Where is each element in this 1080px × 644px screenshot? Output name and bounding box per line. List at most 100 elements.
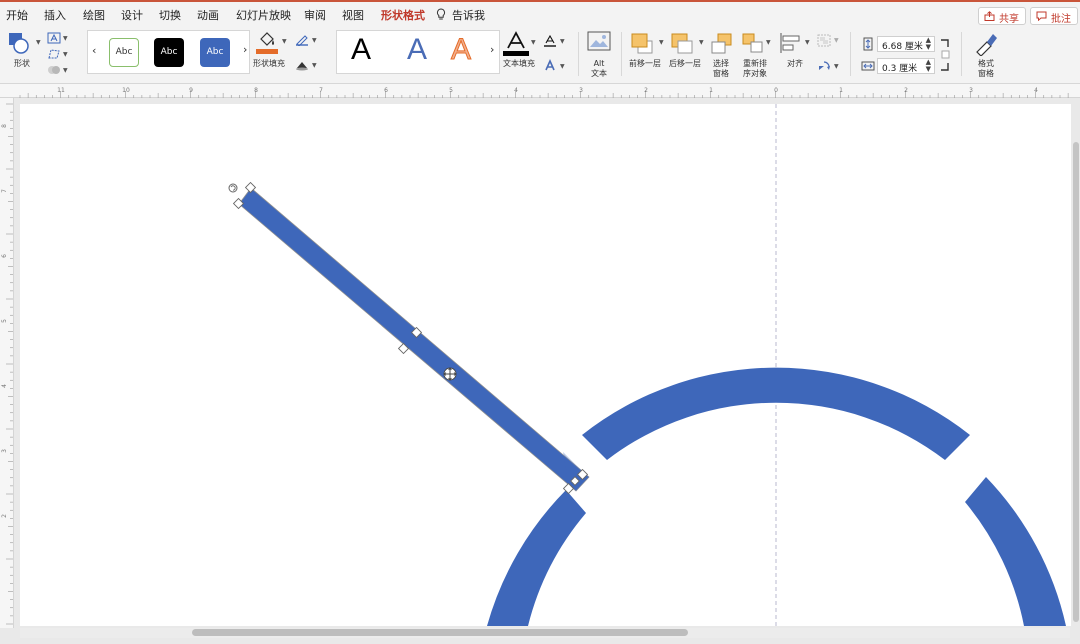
ruler-label: 4 — [1, 384, 8, 388]
wordart-black[interactable]: A — [351, 33, 371, 67]
text-fill-label: 文本填充 — [503, 59, 535, 68]
ruler-label: 6 — [384, 87, 388, 94]
ruler-label: 6 — [1, 254, 8, 258]
shape-width-icon — [861, 61, 875, 71]
share-button[interactable]: 共享 — [978, 7, 1026, 25]
reorder-objects-icon[interactable] — [741, 32, 765, 56]
ruler-label: 2 — [1, 514, 8, 518]
ruler-label: 2 — [904, 87, 908, 94]
reorder-label[interactable]: 重新排 序对象 — [740, 59, 770, 79]
textbox-icon[interactable] — [47, 32, 61, 44]
style-outline-green[interactable]: Abc — [109, 38, 139, 67]
send-backward-label: 后移一层 — [669, 59, 701, 68]
gallery-next-icon[interactable]: › — [243, 43, 247, 56]
shapes-caret-icon[interactable]: ▼ — [36, 39, 41, 46]
gallery-prev-icon[interactable]: ‹ — [92, 44, 96, 57]
slide-content — [228, 104, 1066, 626]
shape-effects-icon[interactable] — [295, 59, 309, 71]
comments-button[interactable]: 批注 — [1030, 7, 1078, 25]
ruler-label: 3 — [969, 87, 973, 94]
menu-item[interactable]: 幻灯片放映 — [236, 7, 291, 23]
vertical-scrollbar-thumb[interactable] — [1073, 142, 1079, 622]
selection-pane-label[interactable]: 选择 窗格 — [710, 59, 732, 79]
style-solid-black[interactable]: Abc — [154, 38, 184, 67]
menu-item[interactable]: 设计 — [121, 7, 143, 23]
send-backward-icon[interactable] — [670, 32, 696, 56]
edit-shape-icon[interactable] — [47, 48, 61, 60]
menu-item[interactable]: 绘图 — [83, 7, 105, 23]
rotate-caret-icon[interactable]: ▼ — [834, 63, 839, 70]
alt-text-icon[interactable] — [587, 31, 611, 53]
horizontal-scrollbar-thumb[interactable] — [192, 629, 688, 636]
lightbulb-icon[interactable] — [436, 8, 446, 21]
slide-canvas[interactable] — [20, 104, 1071, 626]
rotate-icon[interactable] — [817, 59, 831, 72]
text-fill-caret-icon[interactable]: ▼ — [531, 39, 536, 46]
text-effects-caret-icon[interactable]: ▼ — [560, 63, 565, 70]
send-backward-caret-icon[interactable]: ▼ — [699, 39, 704, 46]
tell-me-search[interactable]: 告诉我 — [452, 7, 485, 23]
paint-bucket-icon[interactable] — [256, 29, 278, 55]
bring-forward-icon[interactable] — [630, 32, 656, 56]
align-caret-icon[interactable]: ▼ — [805, 39, 810, 46]
menu-item[interactable]: 插入 — [44, 7, 66, 23]
horizontal-ruler[interactable]: 11 10 9 8 7 6 5 4 3 2 1 0 1 2 3 4 — [0, 84, 1080, 98]
vertical-ruler[interactable]: 8 7 6 5 4 3 2 — [0, 98, 14, 628]
ribbon: ▼ 形状 ▼ ▼ ▼ ‹ Abc Abc Abc › ▼ 形状填充 ▼ ▼ A — [0, 26, 1080, 84]
textbox-caret-icon[interactable]: ▼ — [63, 35, 68, 42]
ruler-label: 4 — [1034, 87, 1038, 94]
group-caret-icon[interactable]: ▼ — [834, 37, 839, 44]
shape-outline-icon[interactable] — [295, 34, 309, 46]
share-label: 共享 — [999, 14, 1019, 25]
selection-pane-icon[interactable] — [710, 32, 734, 56]
format-pane-label[interactable]: 格式 窗格 — [976, 59, 996, 79]
ruler-label: 8 — [1, 124, 8, 128]
group-icon[interactable] — [817, 34, 831, 47]
ruler-label: 4 — [514, 87, 518, 94]
selected-bar-shape[interactable] — [239, 188, 589, 491]
align-icon[interactable] — [779, 32, 803, 54]
height-stepper-icon[interactable]: ▲ ▼ — [926, 37, 931, 51]
format-pane-icon[interactable] — [973, 30, 999, 56]
menu-item[interactable]: 动画 — [197, 7, 219, 23]
move-cursor-icon — [443, 367, 457, 381]
bring-forward-label: 前移一层 — [629, 59, 661, 68]
bring-forward-caret-icon[interactable]: ▼ — [659, 39, 664, 46]
lock-aspect-icon[interactable] — [940, 38, 950, 72]
vertical-ruler-ticks: 8 7 6 5 4 3 2 — [1, 103, 13, 625]
arc-segment-right[interactable] — [965, 477, 1066, 626]
shape-height-input[interactable]: 6.68 厘米 ▲ ▼ — [877, 36, 935, 52]
tab-shape-format[interactable]: 形状格式 — [381, 7, 425, 28]
text-outline-icon[interactable] — [543, 35, 557, 47]
edit-shape-caret-icon[interactable]: ▼ — [63, 51, 68, 58]
merge-caret-icon[interactable]: ▼ — [63, 67, 68, 74]
text-outline-caret-icon[interactable]: ▼ — [560, 38, 565, 45]
text-effects-icon[interactable] — [543, 59, 557, 72]
shapes-icon[interactable] — [7, 31, 33, 55]
effects-caret-icon[interactable]: ▼ — [312, 62, 317, 69]
shape-height-icon — [863, 37, 873, 51]
outline-caret-icon[interactable]: ▼ — [312, 37, 317, 44]
menu-item[interactable]: 审阅 — [304, 7, 326, 23]
shape-fill-label: 形状填充 — [253, 59, 285, 68]
horizontal-ruler-ticks: 11 10 9 8 7 6 5 4 3 2 1 0 1 2 3 4 — [19, 87, 1069, 98]
reorder-caret-icon[interactable]: ▼ — [766, 39, 771, 46]
merge-shapes-icon[interactable] — [47, 64, 61, 76]
ruler-label: 7 — [1, 189, 8, 193]
shape-fill-caret-icon[interactable]: ▼ — [282, 38, 287, 45]
menu-item[interactable]: 视图 — [342, 7, 364, 23]
wordart-next-icon[interactable]: › — [490, 43, 494, 56]
width-stepper-icon[interactable]: ▲ ▼ — [926, 59, 931, 73]
arc-segment-left[interactable] — [487, 490, 586, 626]
rotate-handle-icon[interactable] — [228, 183, 238, 193]
wordart-orange-outline[interactable]: A — [450, 33, 471, 67]
text-fill-icon[interactable] — [503, 30, 529, 56]
wordart-blue[interactable]: A — [407, 33, 427, 67]
menu-item[interactable]: 开始 — [6, 7, 28, 23]
shape-width-input[interactable]: 0.3 厘米 ▲ ▼ — [877, 58, 935, 74]
style-solid-blue[interactable]: Abc — [200, 38, 230, 67]
ruler-label: 8 — [254, 87, 258, 94]
menu-item[interactable]: 切换 — [159, 7, 181, 23]
alt-text-label[interactable]: Alt 文本 — [589, 59, 609, 79]
divider — [621, 32, 622, 76]
